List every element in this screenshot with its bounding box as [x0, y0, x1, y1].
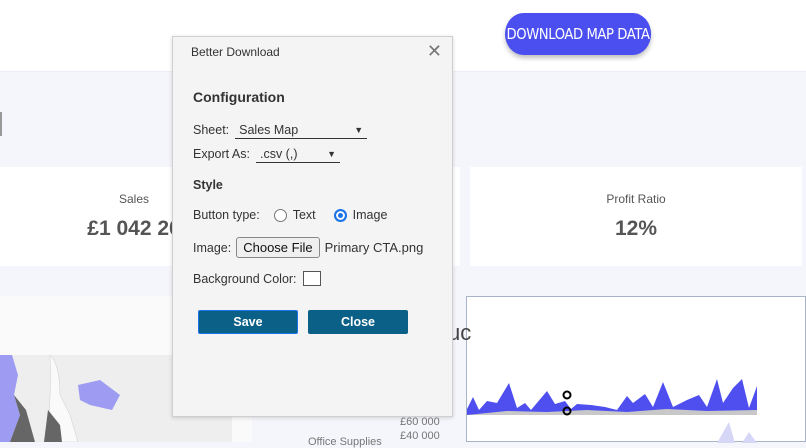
export-value: .csv (,) [259, 146, 298, 161]
export-select[interactable]: .csv (,) ▼ [255, 145, 340, 163]
radio-text-label: Text [292, 208, 316, 222]
download-map-data-button[interactable]: DOWNLOAD MAP DATA [505, 13, 652, 55]
radio-image-label: Image [352, 208, 388, 222]
kpi-label: Profit Ratio [606, 192, 666, 206]
highlight-point [562, 390, 572, 400]
series-area-faded [717, 422, 757, 443]
radio-image[interactable] [333, 208, 347, 222]
export-label: Export As: [193, 147, 250, 161]
close-button[interactable]: Close [308, 310, 408, 334]
button-type-label: Button type: [193, 208, 260, 222]
save-button[interactable]: Save [198, 310, 298, 334]
kpi-value: 12% [614, 217, 658, 240]
dialog-title: Better Download [191, 45, 280, 59]
choose-file-button[interactable]: Choose File [236, 237, 320, 258]
bg-color-swatch[interactable] [302, 271, 321, 286]
dropdown-arrow-icon: ▼ [327, 148, 336, 159]
area-chart [467, 379, 757, 443]
dropdown-arrow-icon: ▼ [354, 124, 364, 135]
image-label: Image: [193, 240, 232, 255]
category-label: Office Supplies [308, 436, 382, 448]
series-area [467, 379, 757, 415]
kpi-card-profit-ratio: Profit Ratio 12% [470, 167, 802, 266]
file-name: Primary CTA.png [324, 240, 424, 255]
bg-color-label: Background Color: [193, 271, 297, 286]
chart-panel [466, 296, 806, 443]
style-heading: Style [193, 178, 223, 192]
divider [0, 112, 2, 136]
configuration-heading: Configuration [193, 89, 285, 105]
close-icon[interactable]: ✕ [427, 41, 442, 62]
axis-tick: £40 000 [400, 430, 440, 442]
axis-tick: £60 000 [400, 416, 440, 428]
sheet-select[interactable]: Sales Map ▼ [235, 121, 368, 139]
radio-text[interactable] [273, 208, 287, 222]
better-download-dialog: Better Download ✕ Configuration Sheet: S… [172, 36, 453, 417]
sheet-label: Sheet: [193, 123, 230, 137]
sheet-value: Sales Map [239, 122, 299, 137]
